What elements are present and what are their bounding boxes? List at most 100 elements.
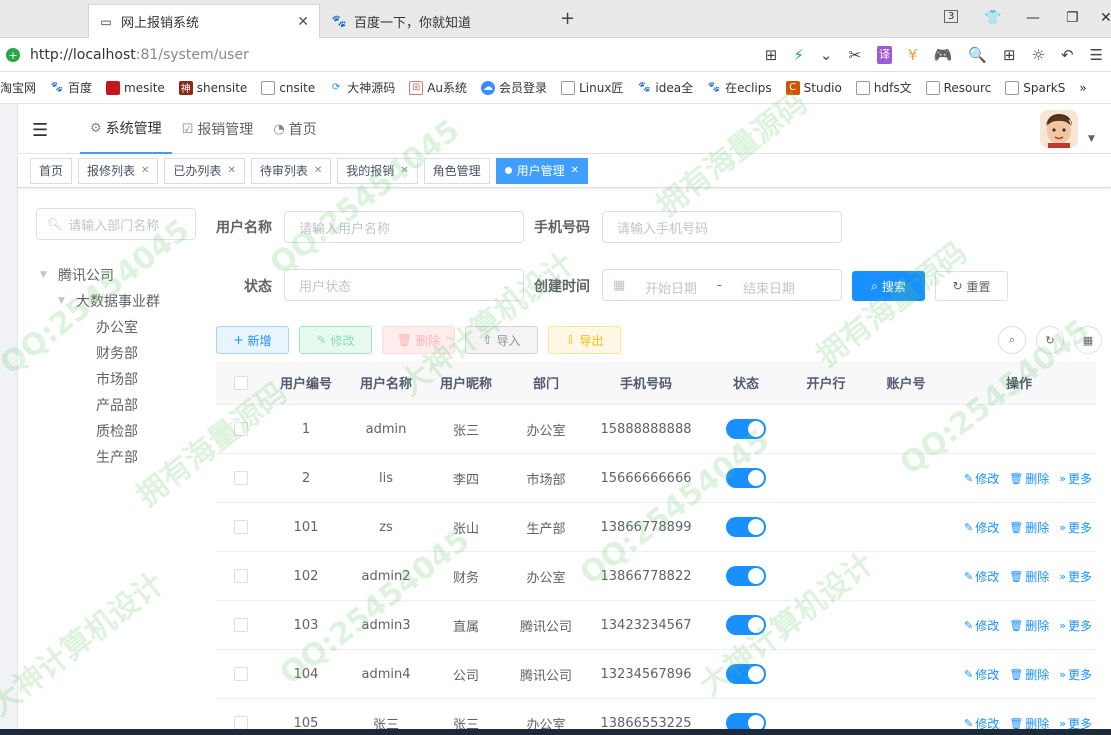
tree-node-leaf[interactable]: 质检部 (40, 418, 160, 444)
tag-pending-list[interactable]: 待审列表 ✕ (250, 157, 332, 184)
row-delete-link[interactable]: 🗑︎ 删除 (1009, 617, 1049, 634)
bookmark-item[interactable]: ☁ 会员登录 (481, 79, 547, 96)
menu-icon[interactable]: ☰ (1090, 46, 1103, 64)
row-checkbox[interactable] (216, 422, 266, 436)
bookmark-item[interactable]: 神 shensite (178, 80, 247, 95)
tag-my-reimburse[interactable]: 我的报销 ✕ (337, 157, 418, 184)
shirt-icon[interactable]: 👕 (984, 10, 1001, 26)
start-date[interactable]: 开始日期 (645, 278, 697, 297)
row-checkbox[interactable] (216, 520, 266, 534)
menu-home[interactable]: ◔ 首页 (263, 104, 326, 154)
undo-icon[interactable]: ↶ (1061, 46, 1074, 64)
date-range-picker[interactable]: ▦ 开始日期 - 结束日期 (602, 269, 842, 301)
status-switch[interactable] (726, 664, 766, 684)
close-icon[interactable]: ✕ (227, 165, 235, 176)
close-tab-icon[interactable]: ✕ (297, 14, 309, 30)
tag-done-list[interactable]: 已办列表 ✕ (164, 157, 245, 184)
table-row[interactable]: 2 lis 李四 市场部 15666666666 ✎ 修改 🗑︎ 删除 » 更多 (216, 454, 1096, 503)
bookmark-item[interactable]: mesite (106, 80, 165, 95)
tag-repair-list[interactable]: 报修列表 ✕ (78, 157, 159, 184)
toggle-search-icon[interactable]: ⌕ (998, 326, 1026, 354)
table-row[interactable]: 101 zs 张山 生产部 13866778899 ✎ 修改 🗑︎ 删除 » 更多 (216, 503, 1096, 552)
row-checkbox[interactable] (216, 569, 266, 583)
bookmark-item[interactable]: hdfs文 (855, 79, 912, 96)
row-checkbox[interactable] (216, 471, 266, 485)
table-row[interactable]: 102 admin2 财务 办公室 13866778822 ✎ 修改 🗑︎ 删除 » 更多 (216, 552, 1096, 601)
checkbox[interactable] (234, 618, 248, 632)
status-select[interactable]: 用户状态 ⌄ (284, 269, 524, 301)
new-tab-button[interactable]: + (560, 8, 575, 29)
grid-icon[interactable]: ⊞ (765, 46, 778, 64)
translate-icon[interactable]: 译 (877, 46, 893, 64)
scissors-icon[interactable]: ✂ (848, 46, 861, 64)
menu-reimburse[interactable]: ☑ 报销管理 (172, 104, 264, 154)
avatar[interactable] (1040, 110, 1078, 148)
columns-icon[interactable]: ▦ (1074, 326, 1102, 354)
status-switch[interactable] (726, 517, 766, 537)
row-more-link[interactable]: » 更多 (1059, 617, 1092, 634)
phone-input[interactable]: 请输入手机号码 (602, 211, 842, 243)
caret-down-icon[interactable]: ▼ (58, 296, 68, 306)
status-switch[interactable] (726, 615, 766, 635)
row-checkbox[interactable] (216, 716, 266, 730)
row-more-link[interactable]: » 更多 (1059, 519, 1092, 536)
tree-node-leaf[interactable]: 市场部 (40, 366, 160, 392)
checkbox[interactable] (234, 569, 248, 583)
browser-tab-active[interactable]: ▭ 网上报销系统 ✕ (88, 4, 320, 38)
dept-search-input[interactable]: 🔍︎ 请输入部门名称 (36, 208, 196, 240)
bookmark-item[interactable]: 🐾 在eclips (707, 79, 772, 96)
bookmark-item[interactable]: 🐾 idea全 (637, 79, 693, 96)
row-checkbox[interactable] (216, 667, 266, 681)
game-icon[interactable]: 🎮 (934, 46, 953, 64)
caret-down-icon[interactable]: ▼ (1088, 134, 1095, 144)
tab-counter[interactable]: 3 (944, 10, 959, 23)
end-date[interactable]: 结束日期 (743, 278, 795, 297)
bookmark-item[interactable]: SparkS (1005, 80, 1065, 95)
edit-button[interactable]: ✎ 修改 (299, 326, 372, 354)
brightness-icon[interactable]: ☼ (1032, 46, 1045, 64)
browser-tab-baidu[interactable]: 🐾 百度一下，你就知道 (322, 4, 552, 38)
menu-system[interactable]: ⚙ 系统管理 (80, 104, 172, 154)
tree-node-group[interactable]: ▼ 大数据事业群 (40, 288, 160, 314)
table-row[interactable]: 104 admin4 公司 腾讯公司 13234567896 ✎ 修改 🗑︎ 删除 » 更多 (216, 650, 1096, 699)
row-edit-link[interactable]: ✎ 修改 (964, 666, 999, 683)
tree-node-leaf[interactable]: 办公室 (40, 314, 160, 340)
status-switch[interactable] (726, 566, 766, 586)
bookmark-item[interactable]: Linux匠 (561, 79, 623, 96)
export-button[interactable]: ⇩ 导出 (548, 326, 621, 354)
row-delete-link[interactable]: 🗑︎ 删除 (1009, 568, 1049, 585)
lightning-icon[interactable]: ⚡ (793, 46, 804, 64)
hamburger-icon[interactable]: ☰ (32, 120, 48, 141)
row-delete-link[interactable]: 🗑︎ 删除 (1009, 666, 1049, 683)
coin-icon[interactable]: ¥ (908, 46, 918, 64)
close-icon[interactable]: ✕ (400, 165, 408, 176)
tree-node-leaf[interactable]: 财务部 (40, 340, 160, 366)
row-edit-link[interactable]: ✎ 修改 (964, 519, 999, 536)
bookmark-item[interactable]: ⊞ Au系统 (409, 79, 467, 96)
row-delete-link[interactable]: 🗑︎ 删除 (1009, 519, 1049, 536)
tag-home[interactable]: 首页 (30, 157, 73, 184)
status-switch[interactable] (726, 468, 766, 488)
delete-button[interactable]: 🗑︎ 删除 (382, 326, 455, 354)
bookmark-item[interactable]: 淘宝网 (0, 79, 36, 96)
row-delete-link[interactable]: 🗑︎ 删除 (1009, 470, 1049, 487)
bookmark-item[interactable]: Resourc (925, 80, 991, 95)
checkbox[interactable] (234, 667, 248, 681)
search-icon[interactable]: 🔍 (968, 46, 987, 64)
apps-icon[interactable]: ⊞ (1003, 46, 1016, 64)
row-more-link[interactable]: » 更多 (1059, 470, 1092, 487)
row-more-link[interactable]: » 更多 (1059, 666, 1092, 683)
username-input[interactable]: 请输入用户名称 (284, 211, 524, 243)
row-more-link[interactable]: » 更多 (1059, 568, 1092, 585)
close-window-icon[interactable]: ✕ (1100, 10, 1111, 26)
close-icon[interactable]: ✕ (571, 165, 579, 176)
refresh-icon[interactable]: ↻ (1036, 326, 1064, 354)
url-text[interactable]: http://localhost:81/system/user (30, 47, 249, 63)
bookmark-item[interactable]: ⟳ 大神源码 (329, 79, 395, 96)
checkbox[interactable] (234, 375, 248, 390)
bookmark-item[interactable]: C Studio (785, 80, 842, 95)
tree-node-leaf[interactable]: 生产部 (40, 444, 160, 470)
row-edit-link[interactable]: ✎ 修改 (964, 470, 999, 487)
row-checkbox[interactable] (216, 618, 266, 632)
caret-down-icon[interactable]: ▼ (40, 270, 50, 280)
